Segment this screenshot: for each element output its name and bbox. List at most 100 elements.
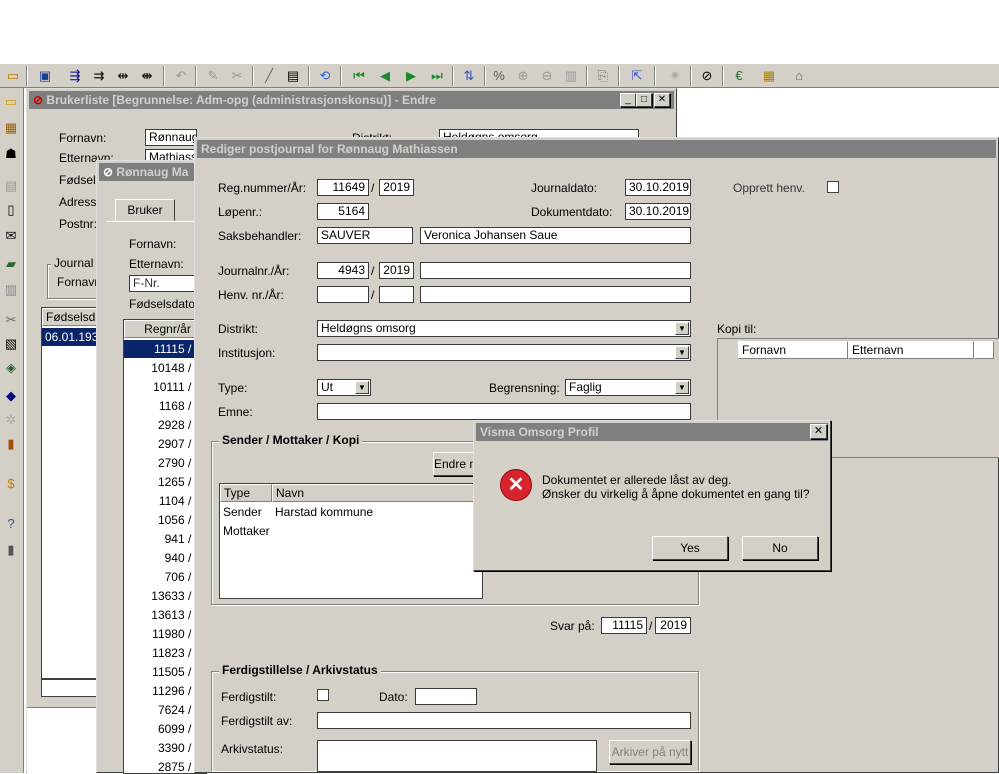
save-icon[interactable]: ▣ <box>36 67 54 85</box>
mail-icon[interactable]: ✉ <box>1 226 21 246</box>
tools-icon[interactable]: ✂ <box>1 310 21 330</box>
money-icon[interactable]: $ <box>1 474 21 494</box>
rediger-titlebar: Rediger postjournal for Rønnaug Mathiass… <box>197 140 996 158</box>
svar-field[interactable]: 11115 <box>601 617 647 634</box>
table-row[interactable]: Mottaker <box>220 523 484 541</box>
shield-icon[interactable]: ◆ <box>1 386 21 406</box>
people-icon[interactable]: ☗ <box>1 144 21 164</box>
visma-dialog: Visma Omsorg Profil ✕ ✕ Dokumentet er al… <box>473 420 831 571</box>
paperclip-icon[interactable]: ⊘ <box>698 67 716 85</box>
chevron-down-icon[interactable]: ▼ <box>675 346 689 359</box>
dato-field[interactable] <box>415 688 477 705</box>
type-combo[interactable]: Ut ▼ <box>317 379 371 396</box>
journalnr-field[interactable]: 4943 <box>317 262 369 279</box>
saksbehandler-code-field[interactable]: SAUVER <box>317 227 413 244</box>
chevron-down-icon[interactable]: ▼ <box>355 381 369 394</box>
percent-icon[interactable]: % <box>490 67 508 85</box>
journal-description-field[interactable] <box>420 262 691 279</box>
calendar-icon[interactable]: ▦ <box>1 118 21 138</box>
svar-year-field[interactable]: 2019 <box>655 617 691 634</box>
sender-table[interactable]: Type Navn Sender Harstad kommune Mottaker <box>219 483 484 599</box>
endre-button[interactable]: Endre m <box>433 452 477 476</box>
nav-icon[interactable]: ⇱ <box>628 67 646 85</box>
book-icon[interactable]: ▰ <box>1 254 21 274</box>
first-icon[interactable]: ⏮ <box>350 67 368 85</box>
folder-icon[interactable]: ▭ <box>1 92 21 112</box>
zoom-out-icon[interactable]: ⊖ <box>538 67 556 85</box>
tab-bruker[interactable]: Bruker <box>115 199 175 221</box>
fornavn-field[interactable]: Rønnaug <box>145 129 197 146</box>
opprett-checkbox[interactable] <box>827 181 839 193</box>
card-icon[interactable]: ▤ <box>284 67 302 85</box>
distrikt-combo[interactable]: Heldøgns omsorg ▼ <box>317 320 691 337</box>
close-button[interactable]: ✕ <box>810 424 827 439</box>
door-icon[interactable]: ▮ <box>1 434 21 454</box>
type-label: Type: <box>218 381 248 395</box>
chart-icon[interactable]: ▥ <box>1 280 21 300</box>
ferdigstilt-av-label: Ferdigstilt av: <box>221 714 293 728</box>
fornavn-label: Fornavn: <box>59 131 107 145</box>
gear-icon[interactable]: ✲ <box>1 410 21 430</box>
yes-button[interactable]: Yes <box>652 536 728 560</box>
kopi-etternavn-header[interactable]: Etternavn <box>848 341 974 359</box>
window-icon: ⊘ <box>103 165 114 179</box>
folder2-icon[interactable]: ⌂ <box>790 67 808 85</box>
zoom-in-icon[interactable]: ⊕ <box>514 67 532 85</box>
kopi-fornavn-header[interactable]: Fornavn <box>738 341 848 359</box>
arkivstatus-field[interactable] <box>317 740 597 772</box>
saksbehandler-name-field[interactable]: Veronica Johansen Saue <box>420 227 691 244</box>
journalnr-year-field[interactable]: 2019 <box>379 262 414 279</box>
ferdigstilt-av-field[interactable] <box>317 712 691 729</box>
emne-field[interactable] <box>317 403 691 420</box>
chevron-down-icon[interactable]: ▼ <box>675 381 689 394</box>
pen-icon[interactable]: ✎ <box>204 67 222 85</box>
regnr-field[interactable]: 11649 <box>317 179 369 196</box>
type-header[interactable]: Type <box>220 484 272 502</box>
notes-icon[interactable]: ▧ <box>1 334 21 354</box>
doc-icon[interactable]: ▦ <box>760 67 778 85</box>
grid-icon[interactable]: ▤ <box>1 176 21 196</box>
henv-field[interactable] <box>317 286 369 303</box>
institusjon-combo[interactable]: ▼ <box>317 344 691 361</box>
print-preview-icon[interactable]: ▥ <box>562 67 580 85</box>
star-icon[interactable]: ✷ <box>666 67 684 85</box>
maximize-button[interactable]: □ <box>636 93 652 107</box>
clipboard-icon[interactable]: ▯ <box>1 200 21 220</box>
line-icon[interactable]: ╱ <box>260 67 278 85</box>
ferdigstilt-checkbox[interactable] <box>317 689 329 701</box>
error-icon: ✕ <box>500 469 532 501</box>
refresh-icon[interactable]: ⟲ <box>316 67 334 85</box>
sort-icon[interactable]: ⇅ <box>460 67 478 85</box>
export-icon[interactable]: ⎘ <box>594 67 612 85</box>
undo-icon[interactable]: ↶ <box>172 67 190 85</box>
journaldato-field[interactable]: 30.10.2019 <box>625 179 691 196</box>
close-button[interactable]: ✕ <box>654 93 670 107</box>
layers-icon[interactable]: ◈ <box>1 358 21 378</box>
tab-bruker-label: Bruker <box>127 203 163 217</box>
minimize-button[interactable]: _ <box>620 93 636 107</box>
table-row[interactable]: Sender Harstad kommune <box>220 504 484 522</box>
lopenr-field[interactable]: 5164 <box>317 203 369 220</box>
begrensning-combo[interactable]: Faglig ▼ <box>565 379 691 396</box>
help-icon[interactable]: ? <box>1 514 21 534</box>
text-icon[interactable]: € <box>730 67 748 85</box>
henv-year-field[interactable] <box>379 286 414 303</box>
split-icon[interactable]: ⇹ <box>114 67 132 85</box>
last-icon[interactable]: ⏭ <box>428 67 446 85</box>
prev-icon[interactable]: ◀ <box>376 67 394 85</box>
no-button[interactable]: No <box>742 536 818 560</box>
indent-icon[interactable]: ⇶ <box>66 67 84 85</box>
chevron-down-icon[interactable]: ▼ <box>675 322 689 335</box>
navn-header[interactable]: Navn <box>272 484 484 502</box>
merge-icon[interactable]: ⇼ <box>138 67 156 85</box>
next-icon[interactable]: ▶ <box>402 67 420 85</box>
dokumentdato-field[interactable]: 30.10.2019 <box>625 203 691 220</box>
bookshelf-icon[interactable]: ▮ <box>1 540 21 560</box>
tools-icon[interactable]: ✂ <box>228 67 246 85</box>
folder-icon[interactable]: ▭ <box>4 67 22 85</box>
henv-description-field[interactable] <box>420 286 691 303</box>
journalnr-label: Journalnr./År: <box>218 264 290 278</box>
outdent-icon[interactable]: ⇉ <box>90 67 108 85</box>
arkiver-button[interactable]: Arkiver på nytt <box>609 740 691 764</box>
regnr-year-field[interactable]: 2019 <box>379 179 414 196</box>
